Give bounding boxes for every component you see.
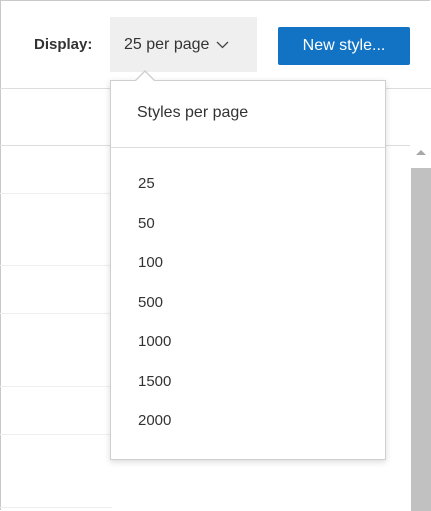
per-page-select[interactable]: 25 per page <box>110 17 257 72</box>
per-page-option-50[interactable]: 50 <box>111 212 385 252</box>
dropdown-divider <box>111 147 385 148</box>
list-row-divider <box>0 386 112 387</box>
chevron-down-icon <box>216 41 229 48</box>
per-page-option-1500[interactable]: 1500 <box>111 370 385 410</box>
vertical-scrollbar[interactable] <box>411 146 431 511</box>
list-row-divider <box>0 507 112 508</box>
dropdown-title: Styles per page <box>137 104 249 121</box>
per-page-options: 25 50 100 500 1000 1500 2000 <box>111 172 385 449</box>
scrollbar-thumb[interactable] <box>411 168 431 511</box>
list-row-divider <box>0 193 112 194</box>
per-page-option-25[interactable]: 25 <box>111 172 385 212</box>
per-page-dropdown: Styles per page 25 50 100 500 1000 1500 … <box>110 80 386 460</box>
scroll-up-arrow-icon[interactable] <box>416 150 426 155</box>
list-row-divider <box>0 313 112 314</box>
display-label: Display: <box>34 36 93 53</box>
per-page-option-1000[interactable]: 1000 <box>111 330 385 370</box>
dropdown-caret-fill <box>135 72 155 82</box>
list-row-divider <box>0 434 112 435</box>
list-row-divider <box>0 265 112 266</box>
per-page-option-100[interactable]: 100 <box>111 251 385 291</box>
new-style-button[interactable]: New style... <box>278 27 410 65</box>
per-page-option-500[interactable]: 500 <box>111 291 385 331</box>
per-page-value: 25 per page <box>124 35 210 53</box>
per-page-option-2000[interactable]: 2000 <box>111 409 385 449</box>
